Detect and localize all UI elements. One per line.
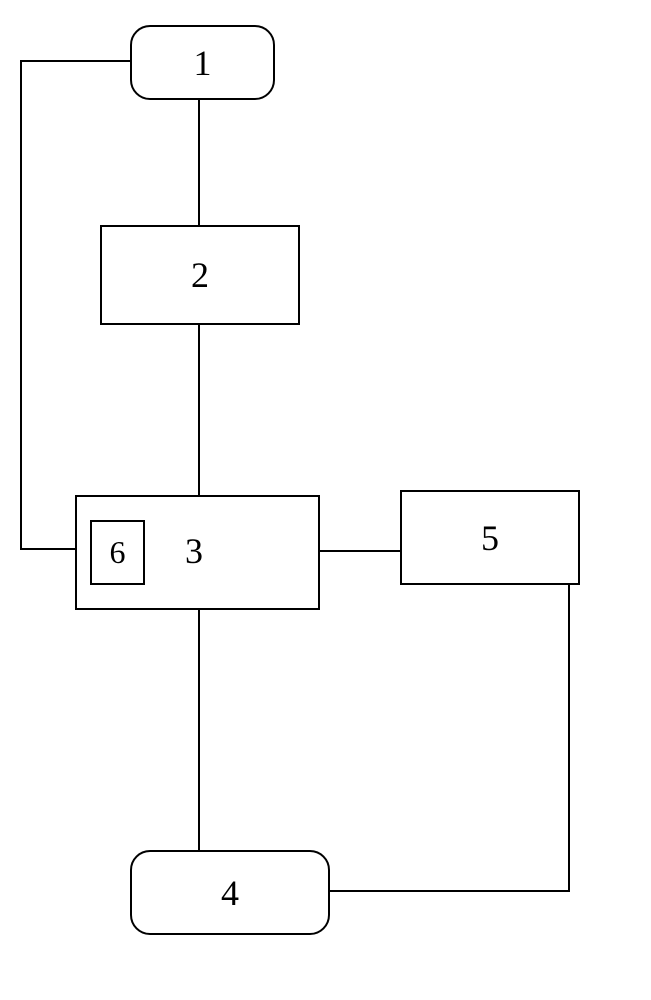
connector-3-5 xyxy=(320,550,400,552)
connector-2-3 xyxy=(198,325,200,495)
node-2: 2 xyxy=(100,225,300,325)
connector-4-5-horizontal xyxy=(330,890,570,892)
node-2-label: 2 xyxy=(191,254,209,296)
node-6-label: 6 xyxy=(110,534,126,571)
node-1: 1 xyxy=(130,25,275,100)
node-6: 6 xyxy=(90,520,145,585)
node-5: 5 xyxy=(400,490,580,585)
connector-3-4 xyxy=(198,610,200,850)
connector-1-3-horizontal-top xyxy=(20,60,130,62)
node-3-label: 3 xyxy=(185,530,203,572)
node-4-label: 4 xyxy=(221,872,239,914)
connector-1-3-vertical xyxy=(20,60,22,550)
connector-4-5-vertical xyxy=(568,585,570,892)
connector-1-2 xyxy=(198,100,200,225)
connector-1-3-horizontal-bottom xyxy=(20,548,75,550)
node-4: 4 xyxy=(130,850,330,935)
node-5-label: 5 xyxy=(481,517,499,559)
block-diagram: 1 2 3 6 4 5 xyxy=(0,0,651,1000)
node-1-label: 1 xyxy=(194,42,212,84)
